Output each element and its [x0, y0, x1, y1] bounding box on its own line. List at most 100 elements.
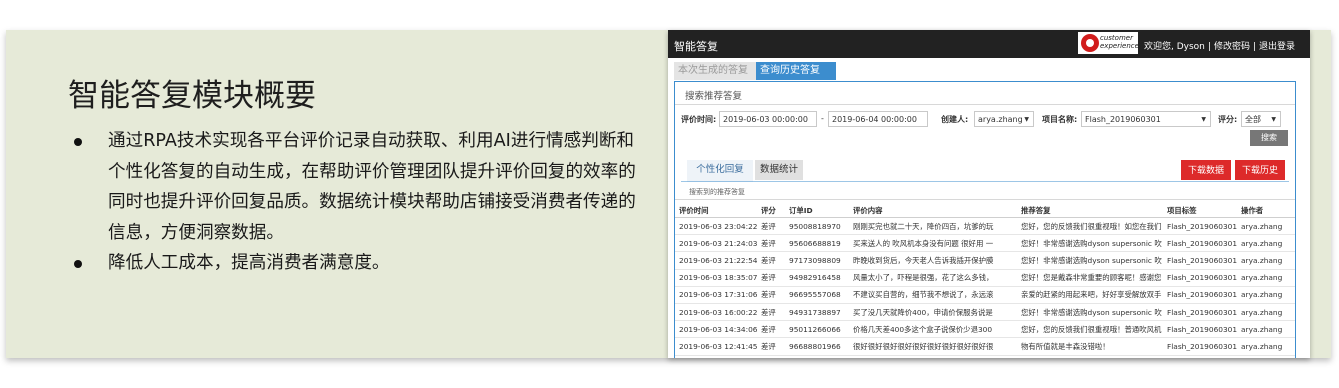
app-header: 智能答复 customer experience 欢迎您, Dyson | 修改密码…	[668, 30, 1310, 58]
table-cell: arya.zhang	[1237, 303, 1295, 322]
time-start-input[interactable]: 2019-06-03 00:00:00	[719, 111, 817, 127]
table-cell: 94931738897	[785, 303, 849, 322]
bullet-dot-icon	[74, 260, 82, 269]
download-data-button[interactable]: 下载数据	[1181, 160, 1231, 180]
table-row[interactable]: 2019-06-03 14:34:06 差评 95011266066 价格几天差400…	[675, 320, 1295, 339]
logo-text-top: customer	[1100, 34, 1133, 42]
table-cell: Flash_2019060301	[1163, 303, 1237, 322]
tab-data-statistics[interactable]: 数据统计	[755, 160, 803, 180]
panel-title: 搜索推荐答复	[685, 91, 743, 102]
table-cell: 94982916458	[785, 269, 849, 287]
table-cell: arya.zhang	[1237, 251, 1295, 270]
table-cell: 价格几天差400多这个盒子说保价少退300	[849, 320, 1017, 339]
chevron-down-icon: ▼	[1201, 116, 1206, 123]
table-cell: 买了没几天就降价400，申请价保服务说是	[849, 303, 1017, 322]
table-cell: 差评	[757, 286, 785, 304]
table-cell: arya.zhang	[1237, 337, 1295, 356]
app-title: 智能答复	[674, 40, 718, 53]
table-cell: 昨晚收到货后，今天老人告诉我插开保护膜	[849, 251, 1017, 270]
table-cell: arya.zhang	[1237, 286, 1295, 304]
table-cell: 差评	[757, 269, 785, 287]
user-bar: 欢迎您, Dyson | 修改密码 | 退出登录	[1144, 42, 1296, 52]
table-cell: Flash_2019060301	[1163, 217, 1237, 236]
table-cell: Flash_2019060301	[1163, 320, 1237, 339]
time-label: 评价时间:	[681, 115, 717, 124]
logo-text-bottom: experience	[1100, 42, 1139, 50]
rating-label: 评分:	[1218, 115, 1238, 124]
table-cell: 您好，您的反馈我们很重视哦！如您在我们	[1017, 217, 1163, 236]
table-cell: 您好！非常感谢选购dyson supersonic 吹	[1017, 234, 1163, 253]
table-cell: 2019-06-03 23:04:22	[675, 217, 757, 236]
table-cell: 差评	[757, 337, 785, 356]
bullet-dot-icon	[74, 138, 82, 146]
divider	[675, 199, 1295, 200]
bullet-item: 降低人工成本，提高消费者满意度。	[68, 248, 648, 279]
tab-personalized-reply[interactable]: 个性化回复	[687, 160, 753, 182]
table-cell: 差评	[757, 320, 785, 339]
table-cell: 97173098809	[785, 251, 849, 270]
time-end-input[interactable]: 2019-06-04 00:00:00	[828, 111, 928, 127]
divider	[675, 104, 1295, 105]
rating-value: 全部	[1245, 115, 1261, 124]
search-button[interactable]: 搜索	[1250, 130, 1288, 146]
bullet-text: 降低人工成本，提高消费者满意度。	[108, 253, 390, 274]
bullet-item: 通过RPA技术实现各平台评价记录自动获取、利用AI进行情感判断和个性化答复的自动…	[68, 126, 648, 248]
table-row[interactable]: 2019-06-03 21:24:03 差评 95606688819 买来送人的 吹风…	[675, 234, 1295, 253]
table-row[interactable]: 2019-06-03 21:22:54 差评 97173098809 昨晚收到货后，今…	[675, 251, 1295, 270]
download-history-button[interactable]: 下载历史	[1235, 160, 1285, 180]
table-cell: Flash_2019060301	[1163, 269, 1237, 287]
column-header: 评价时间	[675, 203, 757, 218]
column-header: 评分	[757, 203, 785, 218]
table-cell: Flash_2019060301	[1163, 286, 1237, 304]
column-header: 订单ID	[785, 203, 849, 218]
table-cell: Flash_2019060301	[1163, 337, 1237, 356]
search-panel: 搜索推荐答复 评价时间: 2019-06-03 00:00:00 - 2019-…	[674, 81, 1296, 358]
welcome-text: 欢迎您, Dyson	[1144, 42, 1205, 52]
table-row[interactable]: 2019-06-03 18:35:07 差评 94982916458 风量太小了，吓程…	[675, 269, 1295, 287]
column-header: 操作者	[1237, 203, 1295, 218]
table-cell: 您好，您的反馈我们很重视哦！普通吹风机	[1017, 320, 1163, 339]
logout-link[interactable]: 退出登录	[1259, 42, 1295, 52]
table-header-row: 评价时间 评分 订单ID 评价内容 推荐答复 项目标签 操作者	[675, 203, 1295, 218]
results-table: 评价时间 评分 订单ID 评价内容 推荐答复 项目标签 操作者 2019-06-03 23:…	[675, 203, 1295, 356]
table-row[interactable]: 2019-06-03 23:04:22 差评 95008818970 刚刚买完也就二十…	[675, 217, 1295, 236]
table-cell: 风量太小了，吓程是很强，花了这么多钱，	[849, 269, 1017, 287]
table-cell: 95606688819	[785, 234, 849, 253]
table-cell: 不建议买自营的，细节我不想说了，永远滚	[849, 286, 1017, 304]
creator-select[interactable]: arya.zhang ▼	[974, 111, 1034, 127]
chevron-down-icon: ▼	[1024, 116, 1029, 123]
change-password-link[interactable]: 修改密码	[1214, 42, 1250, 52]
rating-select[interactable]: 全部 ▼	[1241, 111, 1281, 127]
table-row[interactable]: 2019-06-03 16:00:22 差评 94931738897 买了没几天就降价…	[675, 303, 1295, 322]
table-cell: 2019-06-03 21:22:54	[675, 251, 757, 270]
column-header: 推荐答复	[1017, 203, 1163, 218]
table-cell: 95011266066	[785, 320, 849, 339]
table-cell: 2019-06-03 21:24:03	[675, 234, 757, 253]
table-row[interactable]: 2019-06-03 12:41:45 差评 96688801966 很好很好很好很好…	[675, 337, 1295, 356]
brand-logo: customer experience	[1078, 32, 1139, 54]
table-cell: 您好！您是戴森非常重要的顾客呢！感谢您	[1017, 269, 1163, 287]
table-cell: 2019-06-03 16:00:22	[675, 303, 757, 322]
tab-history-replies[interactable]: 查询历史答复	[756, 62, 836, 80]
table-cell: arya.zhang	[1237, 217, 1295, 236]
project-select[interactable]: Flash_2019060301 ▼	[1081, 111, 1211, 127]
table-cell: 差评	[757, 303, 785, 322]
table-cell: 2019-06-03 12:41:45	[675, 337, 757, 356]
table-cell: Flash_2019060301	[1163, 251, 1237, 270]
table-cell: 买来送人的 吹风机本身没有问题 很好用 一	[849, 234, 1017, 253]
table-cell: 96688801966	[785, 337, 849, 356]
project-value: Flash_2019060301	[1085, 115, 1161, 124]
column-header: 项目标签	[1163, 203, 1237, 218]
table-cell: 2019-06-03 18:35:07	[675, 269, 757, 287]
table-row[interactable]: 2019-06-03 17:31:06 差评 96695557068 不建议买自营的，…	[675, 286, 1295, 304]
table-body: 2019-06-03 23:04:22 差评 95008818970 刚刚买完也就二十…	[675, 217, 1295, 356]
logo-x-icon	[1081, 34, 1099, 52]
table-cell: 差评	[757, 217, 785, 236]
table-cell: 您好！非常感谢选购dyson supersonic 吹	[1017, 303, 1163, 322]
table-cell: arya.zhang	[1237, 234, 1295, 253]
table-cell: arya.zhang	[1237, 320, 1295, 339]
divider	[681, 181, 1289, 182]
tab-current-replies[interactable]: 本次生成的答复	[674, 62, 762, 80]
slide-title: 智能答复模块概要	[68, 78, 316, 114]
table-cell: 95008818970	[785, 217, 849, 236]
